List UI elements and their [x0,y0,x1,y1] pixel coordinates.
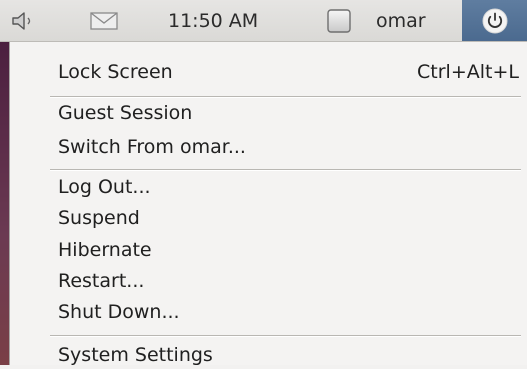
menu-item-label: Switch From omar... [58,136,246,158]
username-label[interactable]: omar [376,0,426,41]
menu-item-label: Hibernate [58,239,152,261]
menu-item-switch-user[interactable]: Switch From omar... [58,133,246,161]
envelope-icon [90,11,118,30]
speaker-icon [12,11,31,30]
menu-item-restart[interactable]: Restart... [58,267,144,295]
top-panel: 11:50 AM omar [0,0,527,42]
menu-item-label: System Settings [58,344,213,366]
menu-separator [50,335,521,337]
power-icon [482,8,507,33]
session-menu-button[interactable] [462,0,527,41]
menu-item-label: Log Out... [58,176,151,198]
menu-separator [50,96,521,98]
messaging-indicator[interactable] [88,0,128,41]
menu-item-lock-screen[interactable]: Lock Screen [58,58,173,86]
menu-item-label: Suspend [58,207,140,229]
desktop-background-edge [0,42,9,365]
menu-separator [50,169,521,171]
session-menu: Lock Screen Ctrl+Alt+L Guest Session Swi… [9,42,527,366]
menu-item-guest-session[interactable]: Guest Session [58,99,192,127]
menu-item-log-out[interactable]: Log Out... [58,173,151,201]
menu-item-label: Guest Session [58,102,193,124]
lock-screen-shortcut: Ctrl+Alt+L [417,61,519,83]
menu-item-hibernate[interactable]: Hibernate [58,236,152,264]
menu-item-label: Restart... [58,270,145,292]
user-status-icon [327,8,351,33]
menu-item-shut-down[interactable]: Shut Down... [58,298,180,326]
clock[interactable]: 11:50 AM [168,0,258,41]
menu-item-label: Shut Down... [58,301,180,323]
menu-item-suspend[interactable]: Suspend [58,204,140,232]
volume-indicator[interactable] [10,0,50,41]
menu-item-label: Lock Screen [58,61,173,83]
user-status-indicator[interactable] [326,0,366,41]
